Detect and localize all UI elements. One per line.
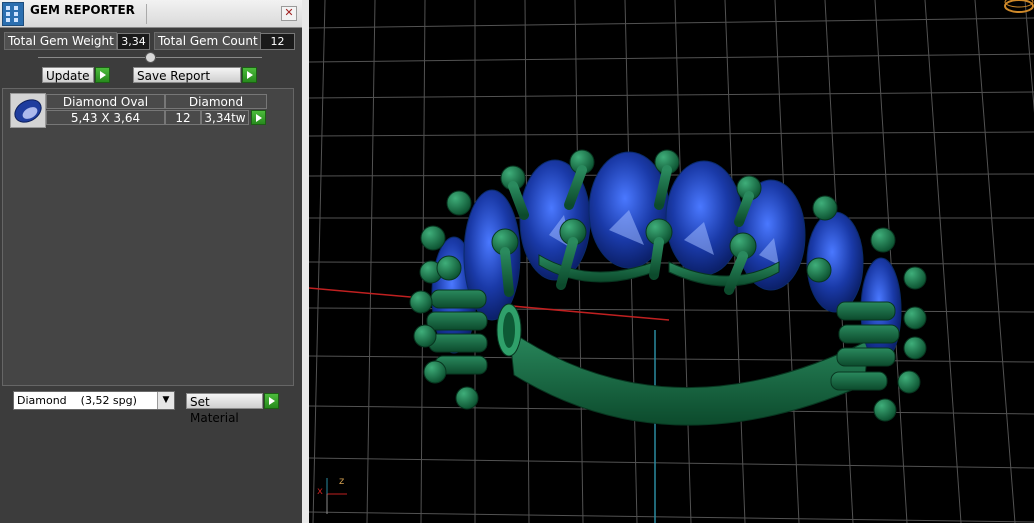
gem-size-cell: 5,43 X 3,64 [46, 110, 165, 125]
title-bar: GEM REPORTER ✕ [0, 0, 302, 28]
gem-material-header: Diamond [165, 94, 267, 109]
ring-model-render [309, 0, 1034, 523]
gem-shape-header: Diamond Oval [46, 94, 165, 109]
gem-weight-cell: 3,34tw [201, 110, 249, 125]
gem-reporter-panel: GEM REPORTER ✕ Total Gem Weight 3,34 Tot… [0, 0, 302, 523]
axis-z-label: z [339, 476, 345, 487]
grid-lines [309, 0, 1034, 523]
axis-gizmo: x z [315, 476, 355, 516]
set-material-go-icon[interactable] [264, 393, 279, 409]
oval-gem-icon[interactable] [10, 93, 46, 128]
gem-count-cell: 12 [165, 110, 201, 125]
total-gem-count-label: Total Gem Count [154, 32, 261, 50]
window-title: GEM REPORTER [30, 3, 135, 17]
gem-list [2, 88, 294, 386]
update-button[interactable]: Update [42, 67, 94, 83]
material-dropdown[interactable]: Diamond (3,52 spg) ▼ [13, 391, 175, 410]
title-separator [146, 4, 147, 24]
total-gem-weight-value: 3,34 [117, 33, 150, 50]
close-icon[interactable]: ✕ [281, 6, 297, 21]
total-gem-count-value: 12 [260, 33, 295, 50]
set-material-button[interactable]: Set Material [186, 393, 263, 425]
update-go-icon[interactable] [95, 67, 110, 83]
band-end-inner [503, 312, 515, 348]
panel-divider[interactable] [302, 0, 309, 523]
axis-x-label: x [317, 486, 323, 497]
gem-row-go-icon[interactable] [251, 110, 266, 125]
total-gem-weight-label: Total Gem Weight [4, 32, 117, 50]
panel-slider-knob[interactable] [145, 52, 156, 63]
chevron-down-icon[interactable]: ▼ [157, 392, 174, 409]
gem-reporter-icon [2, 2, 24, 26]
3d-viewport[interactable]: x z [309, 0, 1034, 523]
save-report-button[interactable]: Save Report [133, 67, 241, 83]
corner-gizmo-icon [1004, 0, 1034, 13]
save-report-go-icon[interactable] [242, 67, 257, 83]
ring-band [508, 328, 870, 426]
material-selected-value: Diamond (3,52 spg) [17, 394, 137, 407]
